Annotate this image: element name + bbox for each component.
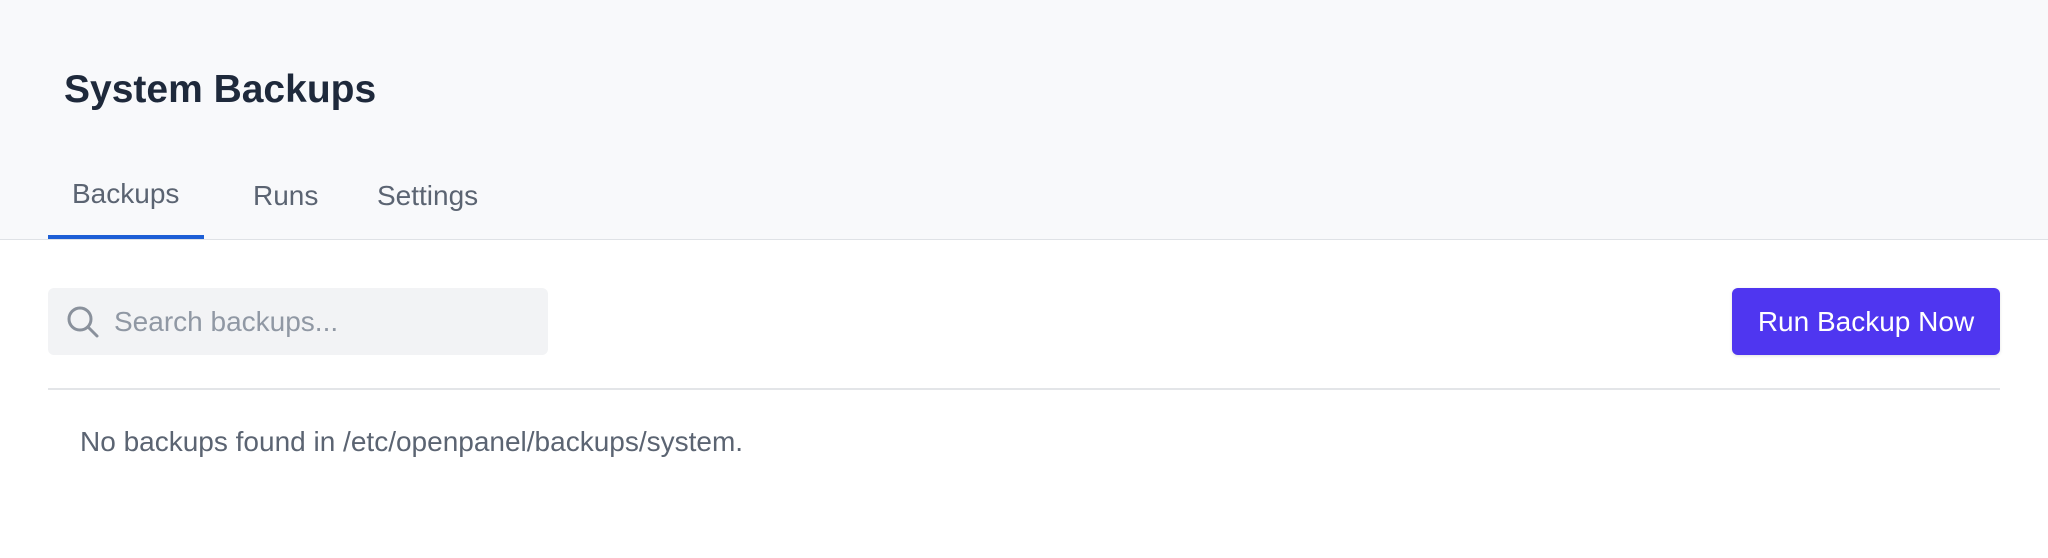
tab-settings-label: Settings	[377, 180, 479, 211]
divider	[48, 388, 2000, 390]
tab-bar: Backups Runs Settings	[48, 172, 510, 240]
empty-state-message: No backups found in /etc/openpanel/backu…	[80, 426, 744, 457]
page-title: System Backups	[64, 68, 377, 111]
tab-runs[interactable]: Runs	[204, 172, 350, 239]
run-backup-now-button[interactable]: Run Backup Now	[1732, 288, 2000, 355]
tab-backups[interactable]: Backups	[48, 172, 204, 239]
search-box[interactable]	[48, 288, 548, 355]
tab-settings[interactable]: Settings	[350, 172, 510, 239]
tab-runs-label: Runs	[253, 180, 319, 211]
search-input[interactable]	[66, 288, 486, 355]
page-header: System Backups Backups Runs Settings	[0, 0, 2048, 240]
tab-backups-label: Backups	[72, 178, 180, 209]
